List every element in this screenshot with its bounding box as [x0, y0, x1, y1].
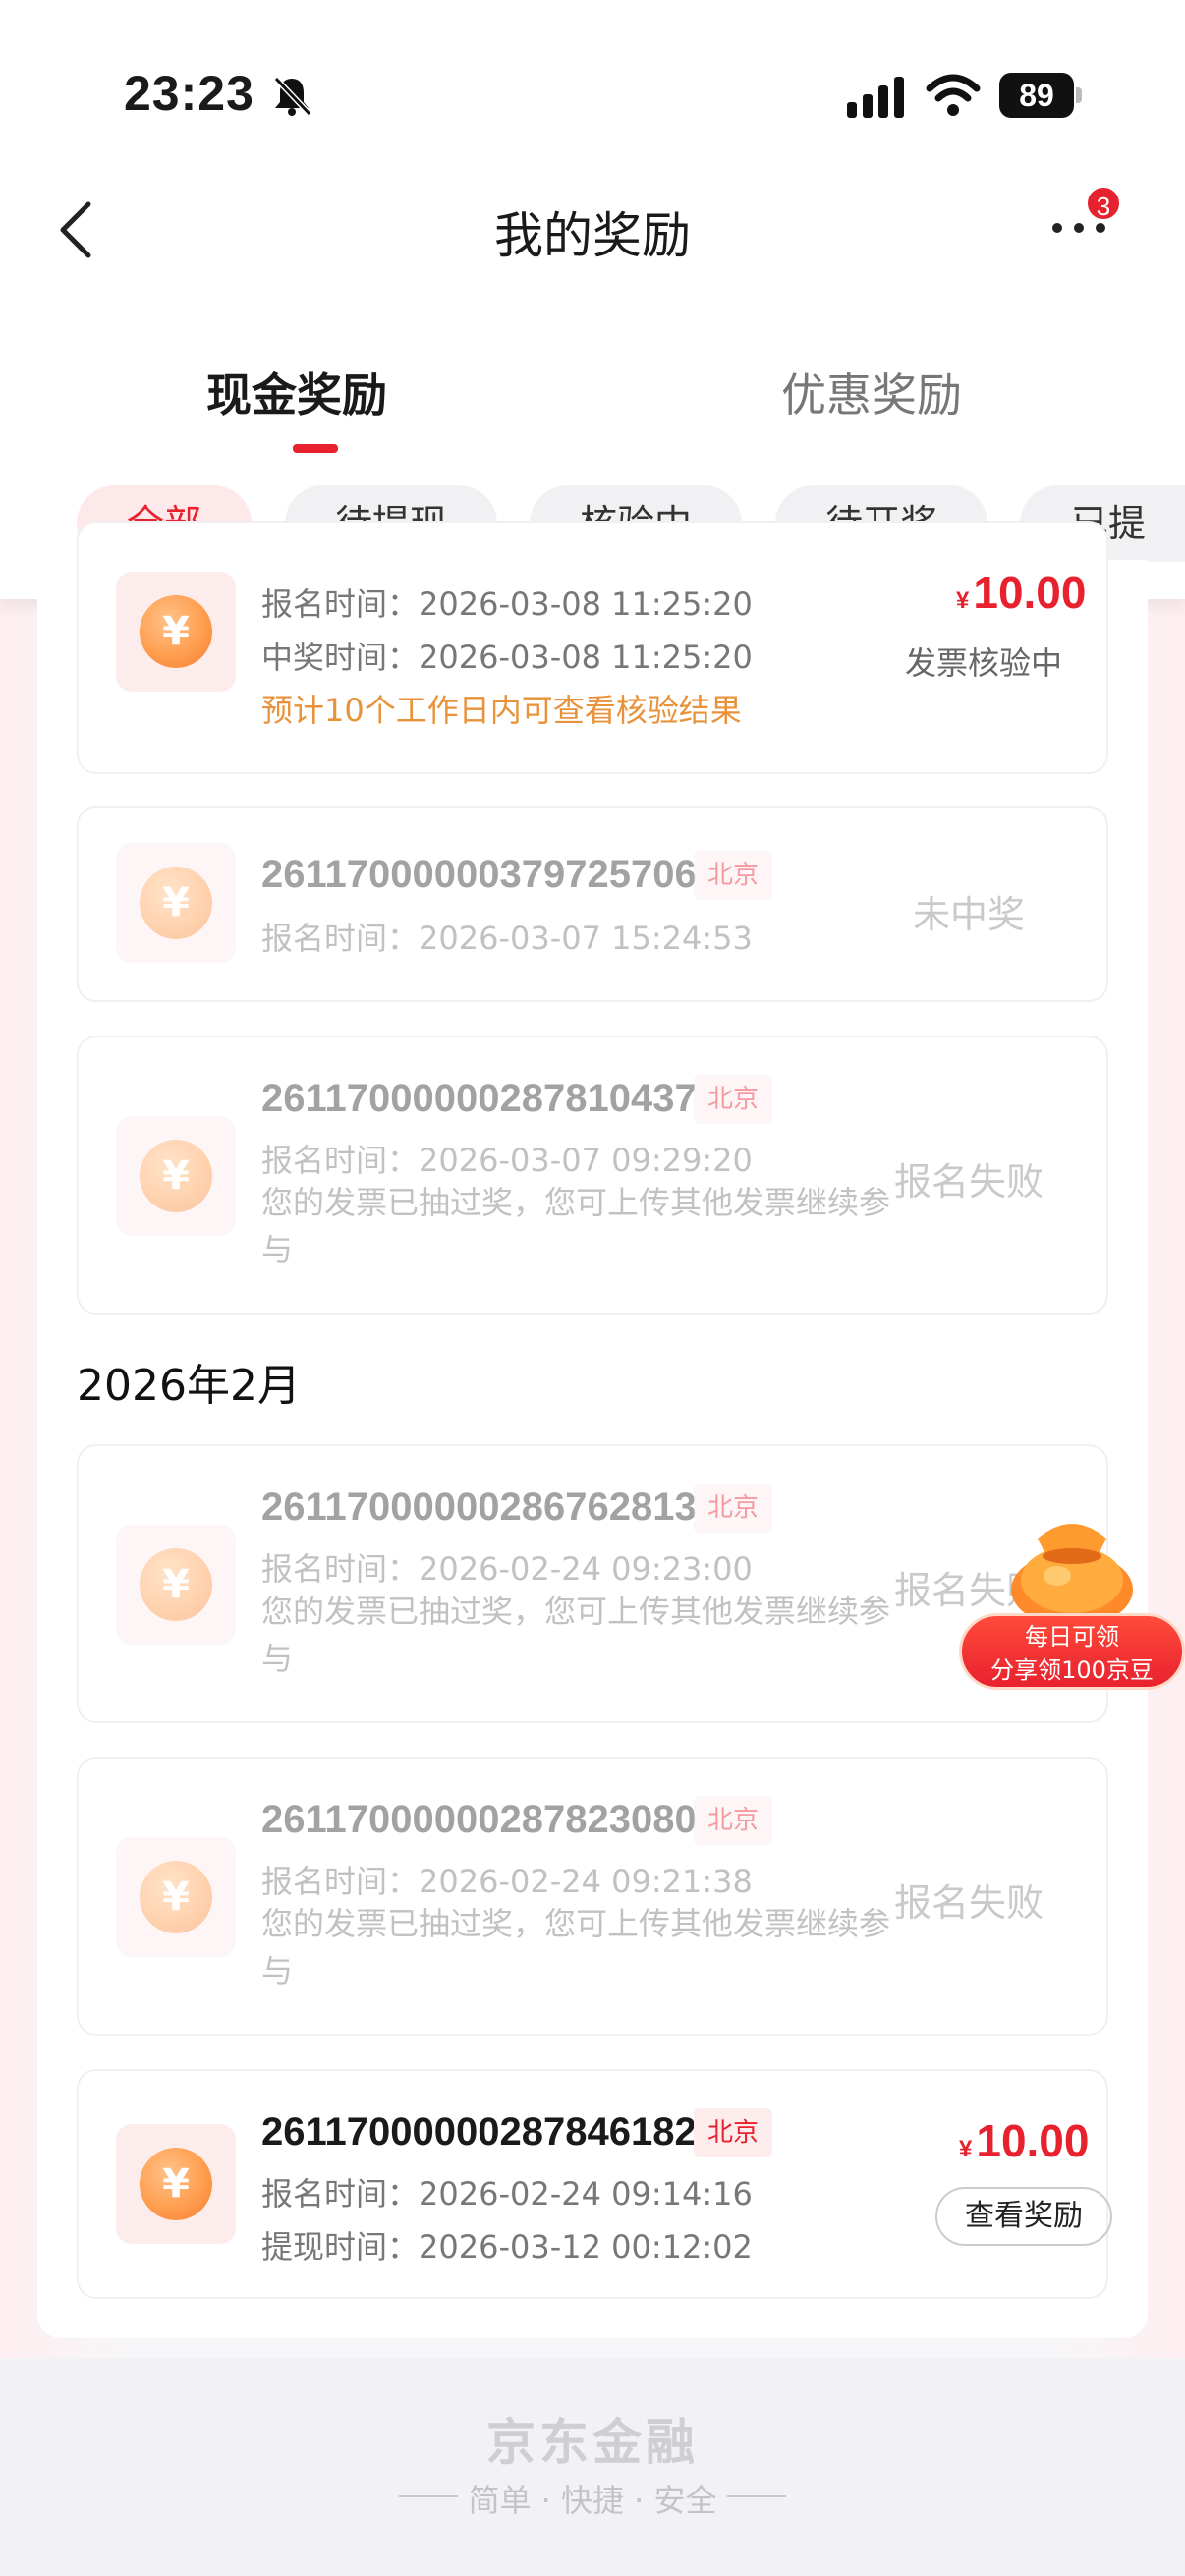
reward-card[interactable]: ¥ 报名时间：2026-03-08 11:25:20 中奖时间：2026-03-… [77, 521, 1108, 774]
reward-icon: ¥ [116, 1525, 236, 1645]
report-time: 报名时间：2026-03-07 09:29:20 [261, 1142, 753, 1179]
month-heading: 2026年2月 [77, 1361, 301, 1411]
record-id: 26117000000287823080 [261, 1798, 697, 1841]
win-time: 中奖时间：2026-03-08 11:25:20 [261, 639, 753, 676]
reward-icon: ¥ [116, 572, 236, 692]
record-id: 2611700000037972570​6 [261, 853, 697, 896]
yuan-coin-icon: ¥ [140, 1140, 212, 1212]
page-title: 我的奖励 [494, 207, 691, 264]
reward-amount: ¥10.00 [956, 566, 1086, 619]
record-id: 26117000000287846182 [261, 2110, 697, 2154]
reward-icon: ¥ [116, 2124, 236, 2244]
amount-value: 10.00 [973, 567, 1087, 618]
reward-status: 发票核验中 [905, 644, 1063, 682]
footer-divider-right [727, 2495, 786, 2497]
amount-value: 10.00 [976, 2115, 1090, 2166]
tab-cash-rewards[interactable]: 现金奖励 [206, 360, 387, 424]
tab-discount-rewards[interactable]: 优惠奖励 [781, 360, 962, 424]
cellular-signal-icon [847, 77, 904, 118]
reward-card[interactable]: ¥ 26117000000287846182 北京 报名时间：2026-02-2… [77, 2069, 1112, 2299]
city-tag: 北京 [694, 1796, 773, 1845]
promo-line-2: 分享领100京豆 [990, 1656, 1154, 1684]
yuan-coin-icon: ¥ [140, 867, 212, 939]
report-time: 报名时间：2026-02-24 09:21:38 [261, 1863, 753, 1900]
failure-note: 您的发票已抽过奖，您可上传其他发票继续参与 [261, 1905, 891, 1989]
reward-icon: ¥ [116, 843, 236, 963]
record-id: 26117000000286762813 [261, 1485, 697, 1529]
yuan-coin-icon: ¥ [140, 1548, 212, 1621]
battery-indicator: 89 [999, 73, 1082, 118]
reward-card[interactable]: ¥ 26117000000287823080 北京 报名时间：2026-02-2… [77, 1757, 1108, 2036]
verification-notice: 预计10个工作日内可查看核验结果 [261, 692, 742, 729]
wifi-icon [926, 74, 981, 116]
record-status: 报名失败 [893, 1160, 1044, 1204]
record-status: 报名失败 [893, 1881, 1044, 1925]
city-tag: 北京 [694, 851, 773, 900]
promo-label: 每日可领 分享领100京豆 [959, 1613, 1185, 1690]
reward-icon: ¥ [116, 1837, 236, 1957]
withdraw-time: 提现时间：2026-03-12 00:12:02 [261, 2228, 753, 2266]
city-tag: 北京 [694, 1075, 773, 1124]
battery-level: 89 [1019, 78, 1054, 113]
record-status: 未中奖 [912, 893, 1025, 936]
report-time: 报名时间：2026-03-08 11:25:20 [261, 586, 753, 623]
yuan-coin-icon: ¥ [140, 595, 212, 668]
record-id: 26117000000287810437 [261, 1077, 697, 1120]
status-time: 23:23 [124, 66, 254, 121]
currency-symbol: ¥ [956, 588, 970, 614]
yuan-coin-icon: ¥ [140, 1861, 212, 1933]
reward-card[interactable]: ¥ 2611700000037972570​6 北京 报名时间：2026-03-… [77, 806, 1108, 1002]
city-tag: 北京 [694, 2108, 773, 2157]
daily-jingdou-promo[interactable]: 每日可领 分享领100京豆 [959, 1499, 1185, 1690]
city-tag: 北京 [694, 1484, 773, 1533]
report-time: 报名时间：2026-02-24 09:23:00 [261, 1550, 753, 1588]
view-reward-button[interactable]: 查看奖励 [935, 2187, 1112, 2246]
failure-note: 您的发票已抽过奖，您可上传其他发票继续参与 [261, 1184, 891, 1268]
reward-icon: ¥ [116, 1116, 236, 1236]
active-tab-indicator [293, 444, 338, 453]
battery-cap [1076, 87, 1082, 103]
reward-card[interactable]: ¥ 26117000000287810437 北京 报名时间：2026-03-0… [77, 1036, 1108, 1315]
notification-badge: 3 [1085, 185, 1122, 222]
reward-amount: ¥10.00 [959, 2114, 1089, 2167]
reward-card[interactable]: ¥ 26117000000286762813 北京 报名时间：2026-02-2… [77, 1444, 1108, 1723]
reward-list: ¥ 报名时间：2026-03-08 11:25:20 中奖时间：2026-03-… [37, 521, 1148, 2338]
failure-note: 您的发票已抽过奖，您可上传其他发票继续参与 [261, 1593, 891, 1677]
report-time: 报名时间：2026-02-24 09:14:16 [261, 2175, 753, 2212]
currency-symbol: ¥ [959, 2136, 973, 2162]
bell-muted-icon [273, 76, 312, 117]
report-time: 报名时间：2026-03-07 15:24:53 [261, 920, 753, 957]
footer-brand: 京东金融 [486, 2414, 699, 2471]
yuan-coin-icon: ¥ [140, 2148, 212, 2220]
footer-slogan: 简单 · 快捷 · 安全 [468, 2482, 717, 2519]
money-bag-icon [1011, 1524, 1133, 1627]
promo-line-1: 每日可领 [1025, 1623, 1119, 1651]
